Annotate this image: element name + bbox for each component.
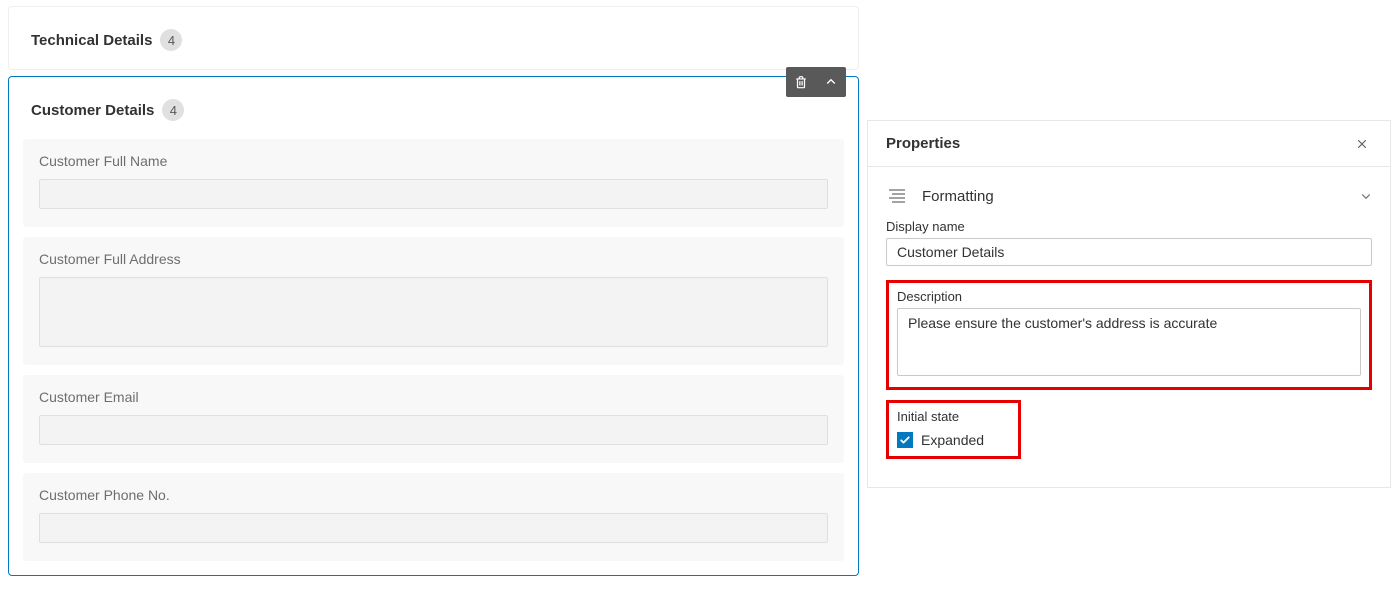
formatting-label: Formatting bbox=[922, 188, 994, 205]
field-input[interactable] bbox=[39, 415, 828, 445]
field-input[interactable] bbox=[39, 277, 828, 347]
display-name-label: Display name bbox=[886, 219, 1372, 234]
count-badge: 4 bbox=[160, 29, 182, 51]
panel-header: Properties bbox=[868, 121, 1390, 167]
description-input[interactable] bbox=[897, 308, 1361, 376]
field-group[interactable]: Customer Phone No. bbox=[23, 473, 844, 561]
formatting-icon bbox=[886, 187, 908, 205]
properties-panel: Properties Formatting bbox=[867, 120, 1391, 488]
section-technical-details[interactable]: Technical Details 4 bbox=[8, 6, 859, 70]
field-label: Customer Phone No. bbox=[39, 487, 828, 503]
chevron-up-icon bbox=[825, 76, 837, 88]
section-action-bar bbox=[786, 67, 846, 97]
description-label: Description bbox=[897, 289, 1361, 304]
section-title: Customer Details bbox=[31, 102, 154, 119]
description-highlight: Description bbox=[886, 280, 1372, 390]
section-title: Technical Details bbox=[31, 32, 152, 49]
panel-title: Properties bbox=[886, 135, 960, 152]
field-group[interactable]: Customer Email bbox=[23, 375, 844, 463]
collapse-button[interactable] bbox=[816, 67, 846, 97]
trash-icon bbox=[794, 75, 808, 89]
delete-button[interactable] bbox=[786, 67, 816, 97]
close-button[interactable] bbox=[1356, 138, 1372, 150]
field-label: Customer Full Name bbox=[39, 153, 828, 169]
section-body: Customer Full Name Customer Full Address… bbox=[9, 139, 858, 575]
chevron-down-icon bbox=[1360, 190, 1372, 202]
field-group[interactable]: Customer Full Name bbox=[23, 139, 844, 227]
initial-state-label: Initial state bbox=[897, 409, 1010, 424]
field-input[interactable] bbox=[39, 513, 828, 543]
formatting-section-header[interactable]: Formatting bbox=[886, 181, 1372, 219]
field-label: Customer Email bbox=[39, 389, 828, 405]
field-input[interactable] bbox=[39, 179, 828, 209]
close-icon bbox=[1356, 138, 1372, 150]
display-name-block: Display name bbox=[886, 219, 1372, 266]
count-badge: 4 bbox=[162, 99, 184, 121]
field-label: Customer Full Address bbox=[39, 251, 828, 267]
field-group[interactable]: Customer Full Address bbox=[23, 237, 844, 365]
section-customer-details[interactable]: Customer Details 4 Customer Full Name Cu… bbox=[8, 76, 859, 576]
check-icon bbox=[899, 434, 911, 446]
display-name-input[interactable] bbox=[886, 238, 1372, 266]
expanded-label: Expanded bbox=[921, 432, 984, 448]
expanded-checkbox[interactable] bbox=[897, 432, 913, 448]
initial-state-highlight: Initial state Expanded bbox=[886, 400, 1021, 459]
